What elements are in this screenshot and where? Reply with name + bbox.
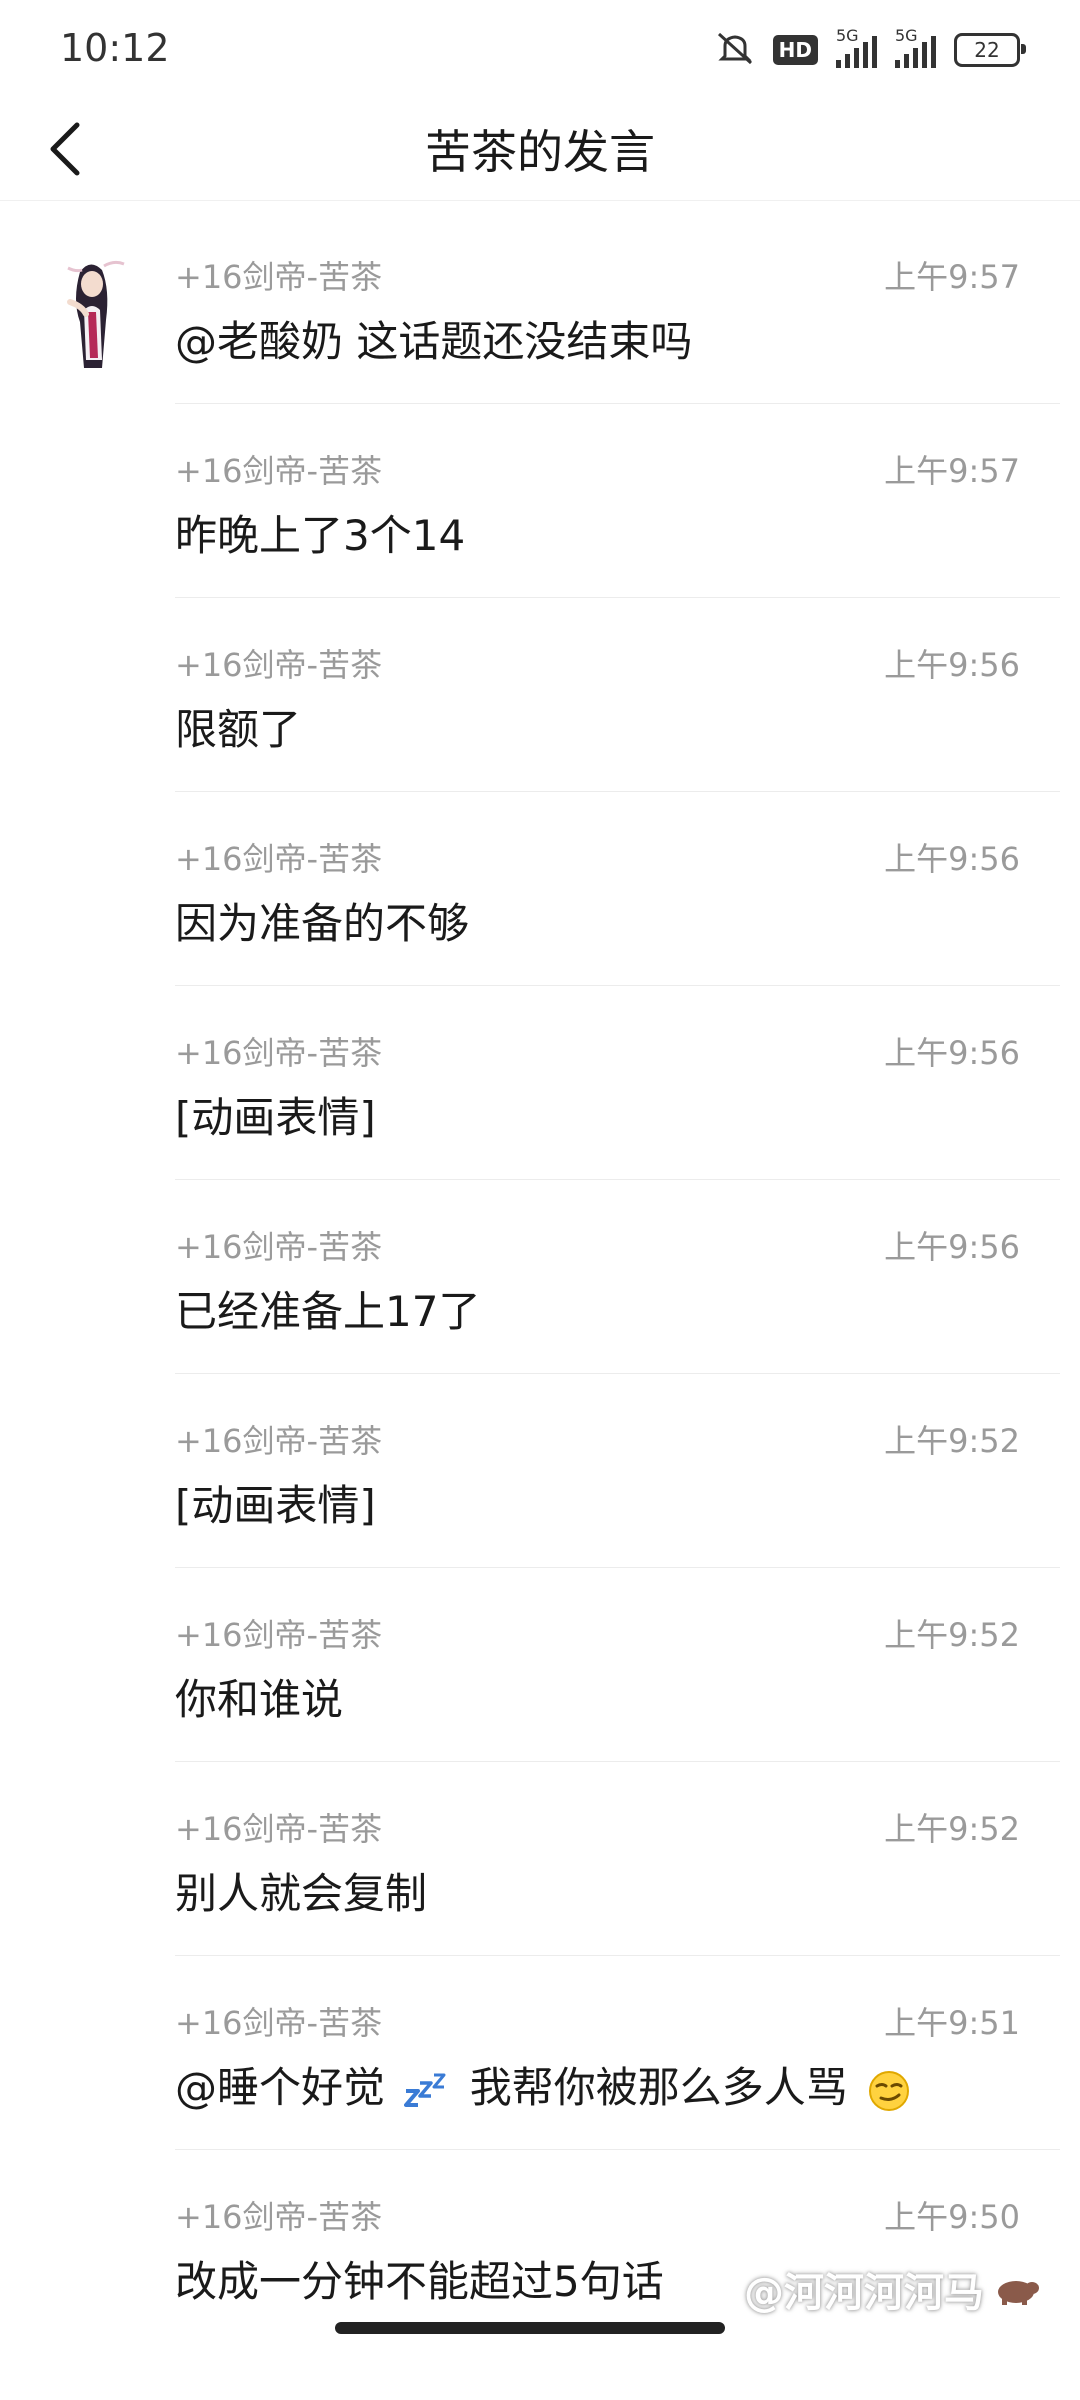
signal-5g-icon: 5G — [836, 26, 877, 68]
sleeping-zzz-icon — [404, 2073, 446, 2107]
message-sender: +16剑帝-苦茶 — [175, 1810, 383, 1848]
home-indicator[interactable] — [335, 2322, 725, 2334]
message-content: 已经准备上17了 — [175, 1287, 481, 1336]
message-content: @老酸奶 这话题还没结束吗 — [175, 317, 693, 366]
message-sender: +16剑帝-苦茶 — [175, 1228, 383, 1266]
message-time: 上午9:56 — [884, 1228, 1020, 1266]
message-content: [动画表情] — [175, 1481, 376, 1530]
message-content: 别人就会复制 — [175, 1869, 428, 1918]
message-content: @睡个好觉 我帮你被那么多人骂 — [175, 2054, 917, 2115]
message-list[interactable]: +16剑帝-苦茶 上午9:57 @老酸奶 这话题还没结束吗 +16剑帝-苦茶 上… — [0, 210, 1080, 2344]
message-item[interactable]: +16剑帝-苦茶 上午9:56 限额了 — [175, 598, 1060, 792]
message-text: 我帮你被那么多人骂 — [469, 2063, 848, 2112]
page: 10:12 HD 5G 5G 22 苦茶的发言 +16剑帝-苦茶 上午9:57 … — [0, 0, 1080, 2400]
message-item[interactable]: +16剑帝-苦茶 上午9:56 因为准备的不够 — [175, 792, 1060, 986]
avatar[interactable] — [40, 250, 140, 380]
hippo-icon — [998, 2281, 1039, 2305]
message-time: 上午9:52 — [884, 1422, 1020, 1460]
watermark-text: @河河河河马 — [744, 2270, 984, 2316]
signal-5g-icon-2: 5G — [895, 26, 936, 68]
message-content: 改成一分钟不能超过5句话 — [175, 2257, 664, 2306]
message-item[interactable]: +16剑帝-苦茶 上午9:51 @睡个好觉 我帮你被那么多人骂 — [175, 1956, 1060, 2150]
message-sender: +16剑帝-苦茶 — [175, 840, 383, 878]
message-content: 限额了 — [175, 705, 302, 754]
message-item[interactable]: +16剑帝-苦茶 上午9:57 昨晚上了3个14 — [175, 404, 1060, 598]
message-item[interactable]: +16剑帝-苦茶 上午9:52 [动画表情] — [175, 1374, 1060, 1568]
message-time: 上午9:57 — [884, 452, 1020, 490]
message-sender: +16剑帝-苦茶 — [175, 258, 383, 296]
message-time: 上午9:56 — [884, 1034, 1020, 1072]
message-sender: +16剑帝-苦茶 — [175, 1034, 383, 1072]
header: 苦茶的发言 — [0, 96, 1080, 201]
message-time: 上午9:51 — [884, 2004, 1020, 2042]
message-sender: +16剑帝-苦茶 — [175, 1422, 383, 1460]
message-sender: +16剑帝-苦茶 — [175, 646, 383, 684]
hd-badge: HD — [772, 35, 818, 65]
mute-icon — [715, 30, 755, 70]
message-sender: +16剑帝-苦茶 — [175, 2004, 383, 2042]
message-content: [动画表情] — [175, 1093, 376, 1142]
message-sender: +16剑帝-苦茶 — [175, 2198, 383, 2236]
smirk-emoji-icon — [869, 2070, 910, 2111]
message-time: 上午9:52 — [884, 1616, 1020, 1654]
status-icons: HD 5G 5G 22 — [715, 26, 1026, 70]
page-title: 苦茶的发言 — [425, 125, 655, 179]
message-item[interactable]: +16剑帝-苦茶 上午9:52 你和谁说 — [175, 1568, 1060, 1762]
message-item[interactable]: +16剑帝-苦茶 上午9:56 [动画表情] — [175, 986, 1060, 1180]
message-content: 你和谁说 — [175, 1675, 344, 1724]
message-mention: @睡个好觉 — [175, 2063, 386, 2112]
status-bar: 10:12 HD 5G 5G 22 — [0, 0, 1080, 96]
message-sender: +16剑帝-苦茶 — [175, 452, 383, 490]
message-item[interactable]: +16剑帝-苦茶 上午9:57 @老酸奶 这话题还没结束吗 — [175, 210, 1060, 404]
message-time: 上午9:52 — [884, 1810, 1020, 1848]
message-content: 因为准备的不够 — [175, 899, 470, 948]
message-item[interactable]: +16剑帝-苦茶 上午9:52 别人就会复制 — [175, 1762, 1060, 1956]
message-time: 上午9:50 — [884, 2198, 1020, 2236]
message-content: 昨晚上了3个14 — [175, 511, 466, 560]
status-time: 10:12 — [60, 26, 170, 70]
watermark: @河河河河马 — [744, 2260, 1040, 2318]
battery-icon: 22 — [954, 33, 1026, 67]
message-time: 上午9:56 — [884, 840, 1020, 878]
message-sender: +16剑帝-苦茶 — [175, 1616, 383, 1654]
message-time: 上午9:57 — [884, 258, 1020, 296]
message-item[interactable]: +16剑帝-苦茶 上午9:56 已经准备上17了 — [175, 1180, 1060, 1374]
message-time: 上午9:56 — [884, 646, 1020, 684]
